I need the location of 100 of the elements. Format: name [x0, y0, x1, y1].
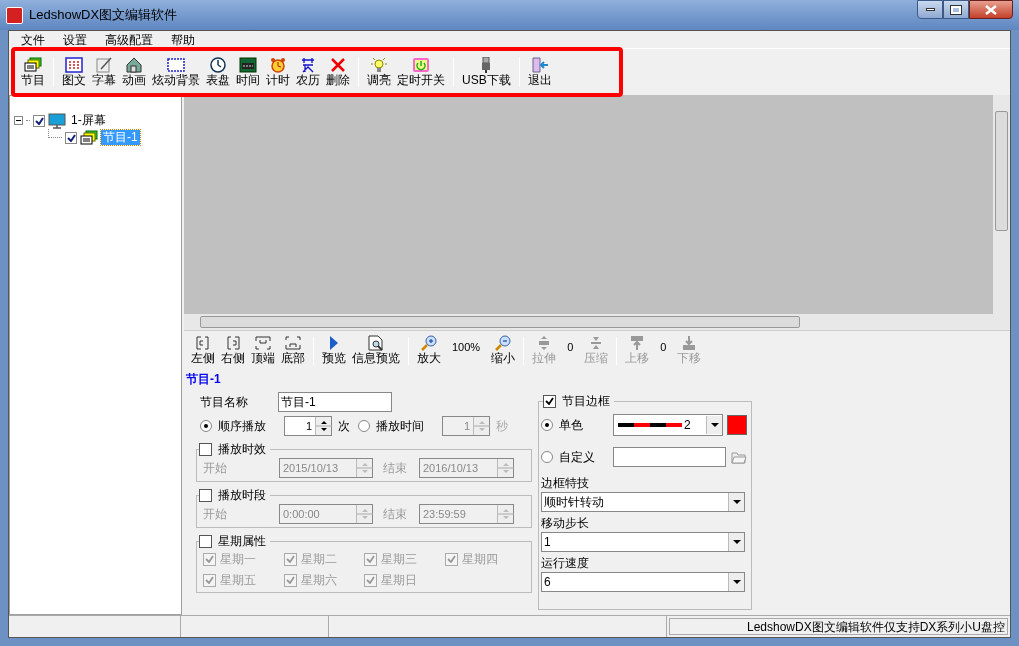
power-icon — [412, 56, 430, 73]
checkbox[interactable] — [199, 442, 212, 456]
toolbar-button[interactable]: 表盘 — [203, 56, 233, 88]
radio-button[interactable] — [541, 419, 553, 431]
checkbox[interactable] — [203, 573, 216, 587]
checkbox[interactable] — [199, 488, 212, 502]
menu-item[interactable]: 文件 — [13, 31, 53, 48]
toolbar-button[interactable]: 删除 — [323, 56, 353, 88]
checkbox-label: 星期一 — [220, 551, 256, 568]
radio-label: 播放时间 — [376, 418, 424, 435]
spin-field[interactable]: 1 — [284, 416, 332, 436]
toolbar-button[interactable]: 图文 — [59, 56, 89, 88]
dropdown[interactable]: 1 — [541, 532, 745, 552]
radio-button[interactable] — [200, 420, 212, 432]
toolbar-button[interactable]: 缩小 — [488, 335, 519, 366]
toolbar-button[interactable]: 顶端 — [248, 335, 278, 366]
group-label: 播放时效 — [218, 441, 266, 458]
zoom-out-icon — [494, 335, 513, 351]
checkbox[interactable] — [364, 552, 377, 566]
toolbar-button[interactable]: 退出 — [524, 56, 555, 88]
value-label: 0 — [566, 340, 575, 355]
field-label: 节目名称 — [200, 394, 249, 411]
checkbox[interactable] — [283, 552, 297, 566]
checkbox[interactable] — [203, 552, 216, 566]
group-label: 播放时段 — [218, 487, 266, 504]
toolbar-button[interactable]: 农历 — [293, 56, 323, 88]
zoom-in-icon — [420, 335, 438, 351]
close-icon — [985, 4, 997, 15]
exit-door-icon — [530, 56, 549, 73]
checkbox[interactable] — [283, 573, 297, 587]
toolbar-button[interactable]: 调亮 — [364, 56, 394, 88]
radio-button[interactable] — [358, 420, 370, 432]
field-label: 结束 — [382, 506, 408, 523]
toolbar-button[interactable]: 右侧 — [218, 335, 248, 366]
field-label: 运行速度 — [541, 556, 590, 570]
close-button[interactable] — [969, 0, 1013, 19]
field-label: 移动步长 — [541, 516, 590, 530]
checkbox-label: 星期四 — [461, 551, 498, 568]
collapse-toggle[interactable] — [14, 116, 23, 125]
toolbar-button[interactable]: 时间 — [233, 56, 263, 88]
file-field[interactable] — [613, 447, 726, 467]
menu-item[interactable]: 高级配置 — [97, 31, 161, 48]
menu-item[interactable]: 帮助 — [163, 31, 203, 48]
tree-checkbox[interactable] — [33, 114, 45, 127]
toolbar-button[interactable]: 信息预览 — [349, 335, 403, 366]
toolbar-button[interactable]: 节目 — [18, 56, 48, 88]
minus-icon — [16, 120, 21, 121]
grid-icon — [65, 56, 83, 73]
group-label: 星期属性 — [218, 533, 266, 550]
monitor-icon — [48, 112, 66, 129]
toolbar-button[interactable]: 计时 — [263, 56, 293, 88]
document-magnifier-icon — [367, 335, 385, 351]
name-input[interactable]: 节目-1 — [278, 392, 392, 412]
checkbox[interactable] — [364, 573, 377, 587]
align-top-icon — [254, 335, 272, 351]
horizontal-scrollbar[interactable] — [184, 314, 993, 330]
tree-checkbox[interactable] — [65, 131, 77, 144]
minimize-button[interactable] — [917, 0, 943, 19]
line-sample — [618, 423, 682, 427]
checkbox-label: 星期日 — [381, 572, 417, 589]
radio-button[interactable] — [541, 451, 553, 463]
toolbar-button[interactable]: USB下载 — [459, 56, 514, 88]
field-label: 开始 — [203, 460, 228, 477]
toolbar-button[interactable]: 字幕 — [89, 56, 119, 88]
digital-clock-icon — [239, 56, 257, 73]
tree-item[interactable]: 1-屏幕 — [69, 113, 108, 128]
group-label: 节目边框 — [562, 393, 610, 410]
checkbox-label: 星期三 — [381, 551, 417, 568]
lightbulb-icon — [370, 56, 388, 73]
field-label: 结束 — [382, 460, 408, 477]
maximize-button[interactable] — [943, 0, 969, 19]
color-swatch[interactable] — [727, 415, 747, 435]
toolbar-button[interactable]: 预览 — [319, 335, 349, 366]
radio-label: 单色 — [559, 417, 583, 434]
value-label: 100% — [451, 340, 482, 355]
toolbar-button[interactable]: 动画 — [119, 56, 149, 88]
checkbox-label: 星期二 — [300, 551, 337, 568]
checkbox[interactable] — [543, 394, 556, 408]
clock-icon — [209, 56, 227, 73]
checkbox[interactable] — [199, 534, 212, 548]
toolbar-button[interactable]: 底部 — [278, 335, 308, 366]
stack-icon — [24, 56, 42, 73]
menu-item[interactable]: 设置 — [55, 31, 95, 48]
notepad-icon — [95, 56, 113, 73]
radio-label: 自定义 — [559, 449, 595, 466]
toolbar-button[interactable]: 放大 — [414, 335, 444, 366]
checkbox[interactable] — [444, 552, 458, 566]
app-logo-icon — [6, 6, 23, 24]
toolbar-button[interactable]: 定时开关 — [394, 56, 448, 88]
stack-icon — [80, 129, 98, 146]
unit-label: 次 — [338, 418, 350, 435]
dropdown[interactable]: 顺时针转动 — [541, 492, 745, 512]
vertical-scrollbar[interactable] — [993, 95, 1010, 330]
line-style-dropdown[interactable]: 2 — [613, 414, 723, 436]
toolbar-button[interactable]: 炫动背景 — [149, 56, 203, 88]
toolbar-button[interactable]: 左侧 — [188, 335, 218, 366]
align-right-icon — [224, 335, 242, 351]
field-label: 开始 — [203, 506, 228, 523]
window-title: LedshowDX图文编辑软件 — [29, 6, 178, 25]
dropdown[interactable]: 6 — [541, 572, 745, 592]
